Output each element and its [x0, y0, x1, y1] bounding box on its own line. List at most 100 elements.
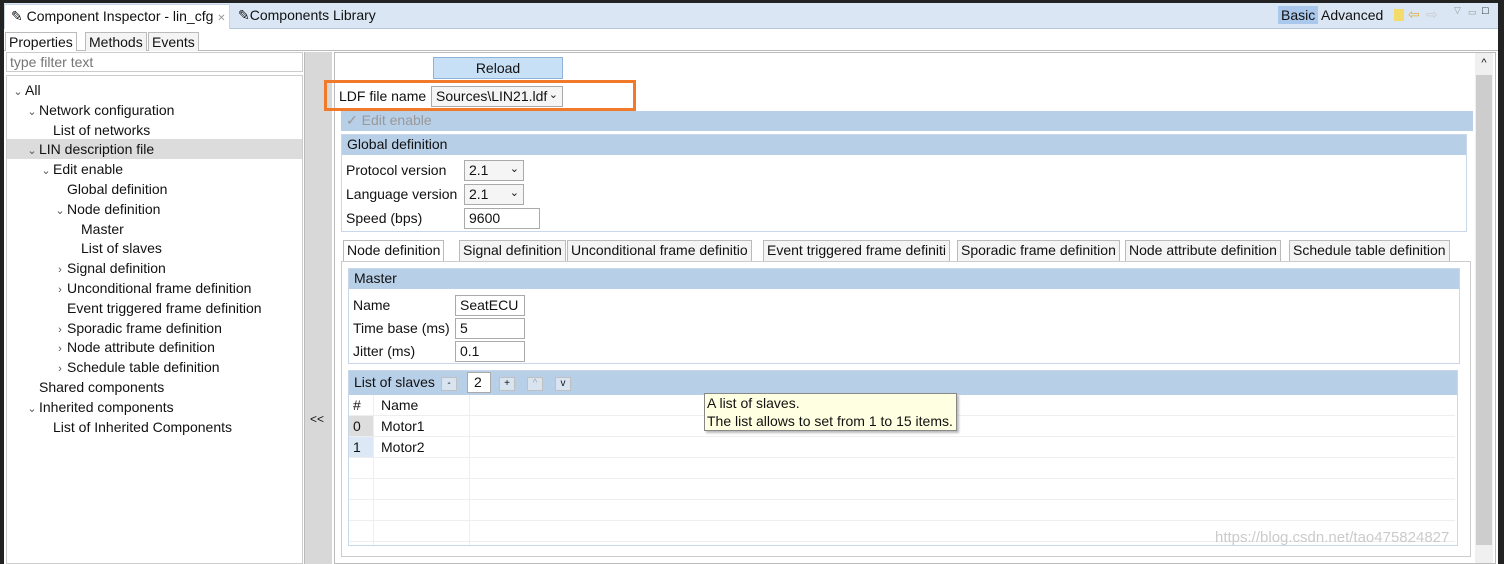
- ldf-value: Sources\LIN21.ldf: [436, 88, 548, 104]
- tree-item[interactable]: Master: [7, 219, 302, 239]
- tree-item[interactable]: ⌄ Inherited components: [7, 397, 302, 417]
- ldf-file-name-label: LDF file name: [339, 88, 427, 104]
- tree-item[interactable]: ⌄ All: [7, 80, 302, 100]
- definition-tab[interactable]: Node attribute definition: [1125, 240, 1281, 261]
- tree-item-label: Signal definition: [67, 260, 166, 277]
- edit-enable-checkbox[interactable]: ✓: [346, 112, 358, 128]
- slave-name[interactable]: Motor1: [381, 418, 425, 434]
- jitter-input[interactable]: 0.1: [455, 341, 525, 362]
- tree-item[interactable]: List of Inherited Components: [7, 417, 302, 437]
- move-up-button[interactable]: ^: [527, 377, 543, 391]
- basic-button[interactable]: Basic: [1278, 6, 1319, 24]
- vertical-scrollbar[interactable]: ^: [1475, 53, 1493, 563]
- definition-tab[interactable]: Event triggered frame definiti: [763, 240, 950, 261]
- component-inspector-window: ✎ Component Inspector - lin_cfg ✕ ✎Compo…: [4, 3, 1498, 564]
- tooltip: A list of slaves. The list allows to set …: [704, 393, 957, 431]
- advanced-button[interactable]: Advanced: [1318, 6, 1386, 24]
- column-header-name: Name: [381, 397, 419, 413]
- tree-item[interactable]: Event triggered frame definition: [7, 298, 302, 318]
- tree-item[interactable]: › Node attribute definition: [7, 337, 302, 357]
- tree-item-label: Unconditional frame definition: [67, 280, 252, 296]
- maximize-icon[interactable]: □: [1482, 5, 1489, 17]
- global-definition-header: Global definition: [342, 135, 1466, 155]
- tree-item[interactable]: › Unconditional frame definition: [7, 278, 302, 298]
- collapse-panel-bar[interactable]: <<: [304, 52, 332, 564]
- slave-count-input[interactable]: 2: [467, 372, 491, 393]
- close-icon[interactable]: ✕: [217, 13, 225, 24]
- definition-tab[interactable]: Schedule table definition: [1289, 240, 1450, 261]
- tree-item[interactable]: ⌄ LIN description file: [7, 139, 302, 160]
- chevron-down-icon: ⌄: [548, 88, 558, 101]
- definition-tab[interactable]: Unconditional frame definitio: [567, 240, 752, 261]
- speed-label: Speed (bps): [346, 210, 423, 226]
- increment-button[interactable]: +: [499, 377, 515, 391]
- tree-item[interactable]: List of networks: [7, 120, 302, 140]
- tree-item[interactable]: › Sporadic frame definition: [7, 318, 302, 338]
- definition-tab[interactable]: Signal definition: [459, 240, 566, 261]
- definition-tab[interactable]: Sporadic frame definition: [957, 240, 1120, 261]
- reload-button[interactable]: Reload: [433, 57, 563, 79]
- tree-item-label: Edit enable: [53, 161, 124, 178]
- tree-item-label: Global definition: [67, 181, 168, 197]
- master-group: Master Name SeatECU Time base (ms) 5 Jit…: [348, 268, 1460, 364]
- definition-tab[interactable]: Node definition: [343, 240, 445, 261]
- tree-item-label: Master: [81, 220, 124, 237]
- tab-label: Component Inspector - lin_cfg: [26, 8, 214, 24]
- tree-item[interactable]: ⌄ Network configuration: [7, 100, 302, 120]
- back-arrow-icon[interactable]: ⇦: [1408, 6, 1420, 23]
- watermark: https://blog.csdn.net/tao475824827: [1215, 529, 1450, 546]
- table-row[interactable]: 1 Motor2: [349, 437, 1455, 458]
- tab-components-library[interactable]: ✎Components Library: [232, 4, 382, 29]
- tree-item[interactable]: ⌄ Edit enable: [7, 159, 302, 179]
- chevron-down-icon: ⌄: [509, 187, 519, 199]
- scroll-up-icon[interactable]: ^: [1475, 53, 1493, 69]
- view-menu-icon[interactable]: ▽: [1454, 5, 1461, 16]
- language-version-dropdown[interactable]: 2.1 ⌄: [464, 184, 524, 205]
- tab-properties[interactable]: Properties: [5, 32, 77, 51]
- tree-item[interactable]: ⌄ Node definition: [7, 199, 302, 219]
- master-header: Master: [349, 269, 1459, 289]
- tab-events[interactable]: Events: [148, 32, 199, 51]
- tree-item-label: All: [25, 82, 41, 98]
- protocol-version-dropdown[interactable]: 2.1 ⌄: [464, 160, 524, 181]
- list-of-slaves-label: List of slaves: [354, 374, 435, 390]
- tab-methods[interactable]: Methods: [85, 32, 147, 51]
- definition-tabs: Node definition Signal definition Uncondit…: [343, 240, 1469, 262]
- jitter-label: Jitter (ms): [353, 343, 416, 359]
- decrement-button[interactable]: -: [441, 377, 457, 391]
- tree-item[interactable]: List of slaves: [7, 238, 302, 258]
- scrollbar-thumb[interactable]: [1476, 75, 1492, 545]
- tree-item[interactable]: Global definition: [7, 179, 302, 199]
- list-of-slaves-header: List of slaves - 2 + ^ v: [349, 371, 1457, 395]
- master-name-input[interactable]: SeatECU: [455, 295, 525, 316]
- tree-item-label: List of slaves: [81, 240, 162, 257]
- collapse-button[interactable]: <<: [310, 412, 324, 426]
- chevron-down-icon: ⌄: [509, 163, 519, 175]
- tooltip-line: A list of slaves.: [707, 395, 800, 411]
- time-base-input[interactable]: 5: [455, 318, 525, 339]
- minimize-icon[interactable]: ▭: [1468, 7, 1477, 18]
- master-name-label: Name: [353, 297, 391, 313]
- filter-input[interactable]: [6, 52, 303, 72]
- tree-item[interactable]: Shared components: [7, 377, 302, 397]
- time-base-label: Time base (ms): [353, 320, 450, 336]
- tab-component-inspector[interactable]: ✎ Component Inspector - lin_cfg ✕: [4, 4, 230, 29]
- edit-enable-bar: ✓ Edit enable: [341, 111, 1473, 131]
- tree-item-label: List of Inherited Components: [53, 418, 232, 435]
- global-definition-group: Global definition Protocol version 2.1 ⌄ …: [341, 134, 1467, 232]
- note-icon[interactable]: [1394, 9, 1404, 21]
- ldf-file-dropdown[interactable]: Sources\LIN21.ldf ⌄: [431, 86, 563, 107]
- tree-item-label: Sporadic frame definition: [67, 319, 222, 336]
- tree-item-label: Node attribute definition: [67, 339, 215, 356]
- speed-input[interactable]: 9600: [464, 208, 540, 229]
- protocol-value: 2.1: [469, 162, 489, 178]
- tree-item-label: Node definition: [67, 200, 161, 217]
- tooltip-line: The list allows to set from 1 to 15 item…: [707, 413, 953, 429]
- forward-arrow-icon[interactable]: ⇨: [1426, 6, 1438, 23]
- move-down-button[interactable]: v: [555, 377, 571, 391]
- tree-item[interactable]: › Schedule table definition: [7, 357, 302, 377]
- protocol-version-label: Protocol version: [346, 162, 447, 178]
- tree-item[interactable]: › Signal definition: [7, 258, 302, 278]
- row-number: 0: [349, 416, 373, 436]
- slave-name[interactable]: Motor2: [381, 439, 425, 455]
